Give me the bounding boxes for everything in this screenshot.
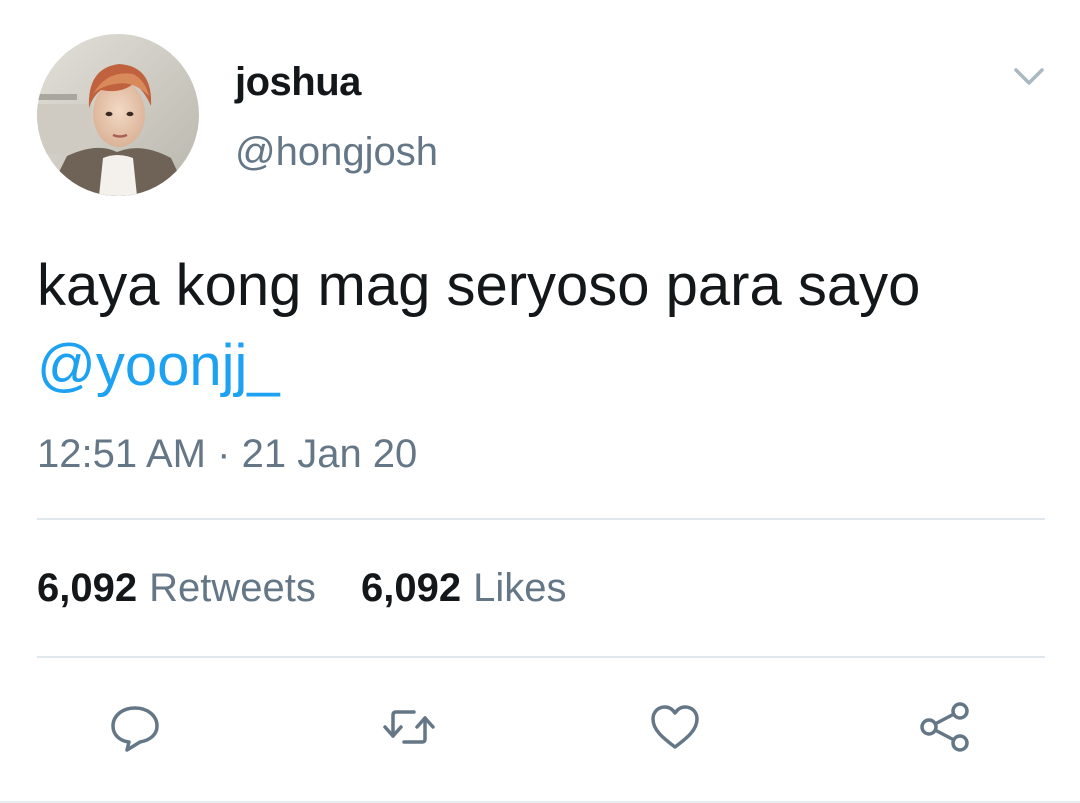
tweet-stats: 6,092 Retweets 6,092 Likes — [37, 566, 566, 611]
like-button[interactable] — [648, 700, 702, 754]
divider — [37, 518, 1045, 520]
display-name[interactable]: joshua — [235, 60, 361, 105]
retweets-stat[interactable]: 6,092 Retweets — [37, 566, 316, 611]
timestamp-separator: · — [217, 432, 231, 476]
avatar-image — [37, 34, 199, 196]
share-button[interactable] — [918, 700, 972, 754]
share-icon — [920, 702, 969, 752]
retweet-icon — [383, 710, 435, 744]
likes-label: Likes — [473, 566, 567, 610]
retweets-label: Retweets — [149, 566, 316, 610]
tweet-timestamp[interactable]: 12:51 AM · 21 Jan 20 — [37, 432, 417, 477]
tweet-time: 12:51 AM — [37, 432, 207, 476]
user-handle[interactable]: @hongjosh — [235, 130, 438, 175]
chevron-down-icon[interactable] — [1008, 62, 1050, 92]
reply-icon — [111, 706, 159, 752]
tweet-text: kaya kong mag seryoso para sayo @yoonjj_ — [37, 246, 1047, 406]
tweet-text-line: kaya kong mag seryoso para sayo — [37, 253, 921, 318]
likes-stat[interactable]: 6,092 Likes — [361, 566, 567, 611]
heart-icon — [651, 705, 699, 749]
retweet-button[interactable] — [382, 700, 436, 754]
tweet-date: 21 Jan 20 — [241, 432, 418, 476]
avatar[interactable] — [37, 34, 199, 196]
divider — [37, 656, 1045, 658]
retweets-count: 6,092 — [37, 566, 138, 610]
mention-link[interactable]: @yoonjj_ — [37, 326, 1047, 406]
likes-count: 6,092 — [360, 566, 462, 610]
reply-button[interactable] — [108, 700, 162, 754]
tweet-card: joshua @hongjosh kaya kong mag seryoso p… — [0, 0, 1080, 803]
